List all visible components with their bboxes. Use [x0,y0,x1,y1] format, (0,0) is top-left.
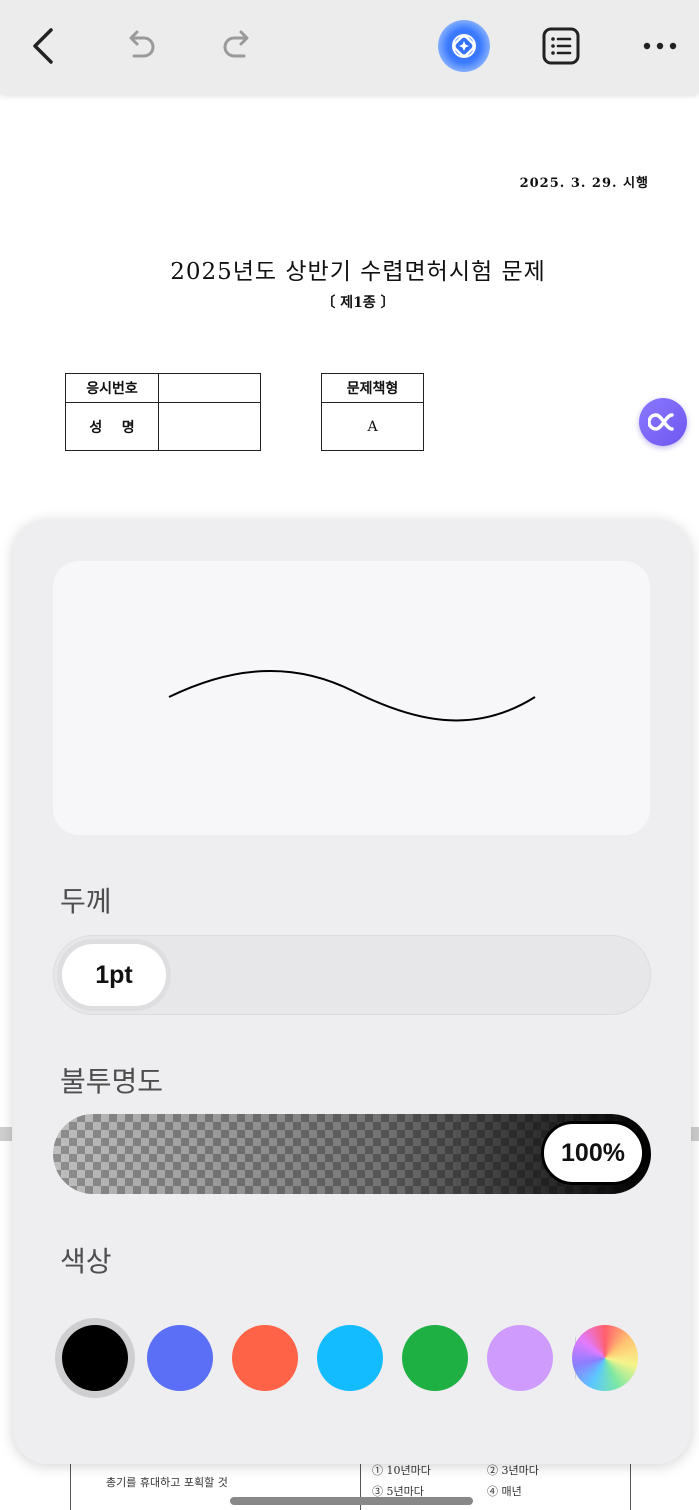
thickness-slider[interactable]: 1pt [53,935,651,1015]
question-type-value: A [321,402,424,451]
more-options-button[interactable] [632,18,688,74]
ai-assistant-icon [452,34,476,58]
color-label: 색상 [60,1245,112,1278]
color-swatch-sky[interactable] [317,1325,383,1391]
option-4: ④ 매년 [487,1485,522,1498]
list-view-icon [542,27,580,65]
option-1: ① 10년마다 [372,1464,431,1477]
floating-action-button[interactable] [639,398,687,446]
thickness-label: 두께 [60,885,112,918]
infinity-icon [648,413,674,431]
exam-number-label: 응시번호 [65,373,159,403]
undo-button[interactable] [112,18,168,74]
opacity-label: 불투명도 [60,1065,164,1098]
home-indicator [230,1497,473,1505]
more-horizontal-icon [643,42,677,50]
ai-assistant-button[interactable] [438,20,490,72]
document-subtitle: 〔 제1종 〕 [321,295,395,311]
back-button[interactable] [16,18,72,74]
thickness-slider-thumb[interactable]: 1pt [62,944,166,1006]
pen-settings-panel: 두께 1pt 불투명도 100% 색상 [13,520,691,1464]
chevron-left-icon [33,28,53,64]
color-swatches [53,1317,653,1399]
name-field [158,402,261,451]
color-swatch-green[interactable] [402,1325,468,1391]
page-edge-marker-left [0,1127,12,1141]
color-swatch-violet[interactable] [487,1325,553,1391]
color-swatch-black[interactable] [62,1325,128,1391]
question-type-label: 문제책형 [321,373,424,403]
redo-button[interactable] [210,18,266,74]
undo-icon [129,30,155,58]
question-type-table: 문제책형 A [321,373,424,451]
redo-icon [223,30,249,58]
exam-date: 2025. 3. 29. 시행 [519,176,649,191]
list-view-button[interactable] [533,18,589,74]
color-wheel-icon[interactable] [572,1325,638,1391]
color-swatch-blue[interactable] [147,1325,213,1391]
applicant-info-table: 응시번호 성 명 [65,373,261,451]
exam-number-field [158,373,261,403]
option-2: ② 3년마다 [487,1464,539,1477]
top-toolbar [0,0,699,94]
color-swatch-red[interactable] [232,1325,298,1391]
opacity-slider-thumb[interactable]: 100% [541,1121,645,1185]
document-title: 2025년도 상반기 수렵면허시험 문제 [170,259,546,285]
name-label: 성 명 [65,402,159,451]
stroke-preview-line [168,669,536,722]
page-edge-marker-right [690,1127,699,1141]
stroke-preview [53,561,650,835]
opacity-slider[interactable]: 100% [53,1114,651,1194]
question-text-line: 총기를 휴대하고 포획할 것 [106,1476,228,1489]
